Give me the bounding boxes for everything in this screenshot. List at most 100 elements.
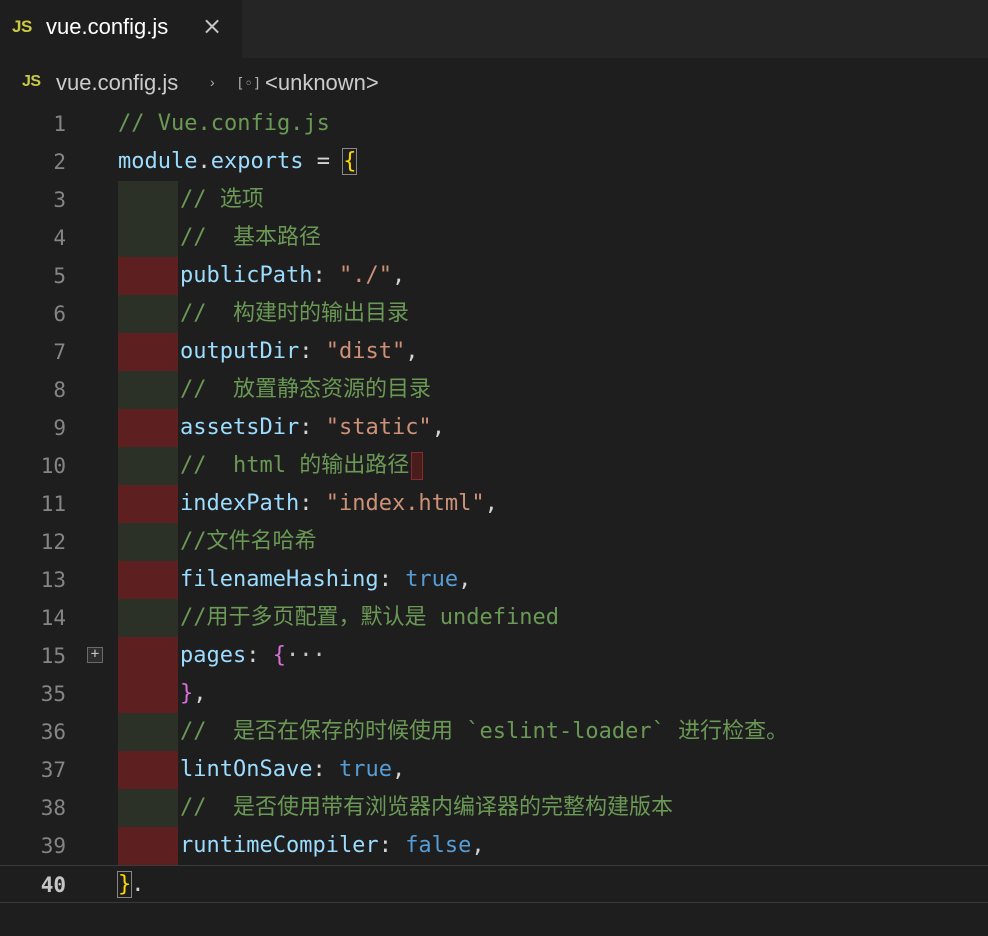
code-token: //文件名哈希 bbox=[180, 529, 317, 554]
line-number: 7 bbox=[53, 340, 66, 364]
breadcrumb-symbol[interactable]: <unknown> bbox=[265, 70, 379, 96]
indent-guide bbox=[118, 333, 178, 371]
code-token: : bbox=[299, 339, 326, 364]
text-cursor bbox=[411, 452, 424, 480]
code-text[interactable]: pages: {··· bbox=[180, 637, 326, 675]
line-number: 4 bbox=[53, 226, 66, 250]
code-token: , bbox=[193, 681, 207, 706]
code-text[interactable]: indexPath: "index.html", bbox=[180, 485, 498, 523]
code-token: //用于多页配置，默认是 undefined bbox=[180, 605, 559, 630]
code-token: "dist" bbox=[325, 339, 406, 364]
line-number: 8 bbox=[53, 378, 66, 402]
code-line[interactable]: 3 // 选项 bbox=[0, 181, 988, 219]
code-token: . bbox=[131, 872, 145, 897]
code-line[interactable]: 13 filenameHashing: true, bbox=[0, 561, 988, 599]
line-number: 39 bbox=[40, 834, 66, 858]
code-token: : bbox=[378, 833, 406, 858]
code-line[interactable]: 35}, bbox=[0, 675, 988, 713]
line-number: 2 bbox=[53, 150, 66, 174]
code-token: "./" bbox=[338, 263, 392, 288]
code-line[interactable]: 11 indexPath: "index.html", bbox=[0, 485, 988, 523]
code-token: . bbox=[197, 149, 211, 174]
code-token: : bbox=[312, 757, 339, 782]
javascript-file-icon: JS bbox=[12, 17, 32, 36]
close-icon[interactable]: × bbox=[202, 12, 222, 40]
code-text[interactable]: lintOnSave: true, bbox=[180, 751, 405, 789]
javascript-file-icon: JS bbox=[22, 73, 41, 90]
code-line[interactable]: 1 // Vue.config.js bbox=[0, 105, 988, 143]
code-token: module bbox=[118, 149, 198, 174]
indent-guide bbox=[118, 523, 178, 561]
code-text[interactable]: //用于多页配置，默认是 undefined bbox=[180, 599, 559, 637]
fold-expand-icon[interactable]: + bbox=[87, 647, 103, 663]
code-line[interactable]: 7 outputDir: "dist", bbox=[0, 333, 988, 371]
code-text[interactable]: outputDir: "dist", bbox=[180, 333, 418, 371]
line-number: 38 bbox=[40, 796, 66, 820]
line-number: 40 bbox=[40, 873, 66, 897]
code-line[interactable]: 40}. bbox=[0, 865, 988, 903]
code-text[interactable]: }. bbox=[116, 866, 145, 904]
code-line[interactable]: 38 // 是否使用带有浏览器内编译器的完整构建版本 bbox=[0, 789, 988, 827]
code-text[interactable]: runtimeCompiler: false, bbox=[180, 827, 485, 865]
indent-guide bbox=[118, 751, 178, 789]
code-line[interactable]: 2 module.exports = { bbox=[0, 143, 988, 181]
code-line[interactable]: 10 // html 的输出路径 bbox=[0, 447, 988, 485]
code-text[interactable]: // html 的输出路径 bbox=[180, 447, 424, 485]
code-text[interactable]: // 选项 bbox=[180, 181, 264, 219]
code-line[interactable]: 12 //文件名哈希 bbox=[0, 523, 988, 561]
code-text[interactable]: assetsDir: "static", bbox=[180, 409, 445, 447]
code-token: , bbox=[471, 833, 485, 858]
code-line[interactable]: 8 // 放置静态资源的目录 bbox=[0, 371, 988, 409]
line-number: 11 bbox=[40, 492, 66, 516]
code-token: pages bbox=[180, 643, 247, 668]
code-line[interactable]: 6 // 构建时的输出目录 bbox=[0, 295, 988, 333]
code-token: = bbox=[303, 149, 344, 174]
code-token: exports bbox=[210, 149, 304, 174]
code-token: // html 的输出路径 bbox=[180, 453, 410, 478]
code-line[interactable]: 36 // 是否在保存的时候使用 `eslint-loader` 进行检查。 bbox=[0, 713, 988, 751]
line-number: 37 bbox=[40, 758, 66, 782]
line-number: 9 bbox=[53, 416, 66, 440]
code-text[interactable]: // 放置静态资源的目录 bbox=[180, 371, 431, 409]
chevron-right-icon: › bbox=[210, 74, 215, 90]
code-line[interactable]: 9 assetsDir: "static", bbox=[0, 409, 988, 447]
tab-title: vue.config.js bbox=[46, 14, 169, 39]
code-line[interactable]: 4 // 基本路径 bbox=[0, 219, 988, 257]
code-token: , bbox=[391, 757, 406, 782]
code-editor[interactable]: 1// Vue.config.js 2 module.exports = {3// … bbox=[0, 105, 988, 936]
code-text[interactable]: // Vue.config.js bbox=[118, 105, 330, 143]
code-token: // 选项 bbox=[180, 187, 264, 212]
breadcrumb: JS vue.config.js › [◦] <unknown> bbox=[0, 62, 988, 106]
code-token: , bbox=[391, 263, 406, 288]
code-text[interactable]: // 是否使用带有浏览器内编译器的完整构建版本 bbox=[180, 789, 673, 827]
code-text[interactable]: filenameHashing: true, bbox=[180, 561, 471, 599]
code-token: publicPath bbox=[180, 263, 313, 288]
code-line[interactable]: 14 //用于多页配置，默认是 undefined bbox=[0, 599, 988, 637]
line-number: 13 bbox=[40, 568, 66, 592]
line-number: 15 bbox=[40, 644, 66, 668]
code-text[interactable]: // 构建时的输出目录 bbox=[180, 295, 409, 333]
indent-guide bbox=[118, 219, 178, 257]
code-line[interactable]: 39 runtimeCompiler: false, bbox=[0, 827, 988, 865]
code-text[interactable]: module.exports = { bbox=[118, 143, 358, 181]
code-text[interactable]: // 是否在保存的时候使用 `eslint-loader` 进行检查。 bbox=[180, 713, 788, 751]
code-token: lintOnSave bbox=[180, 757, 313, 782]
code-text[interactable]: //文件名哈希 bbox=[180, 523, 317, 561]
breadcrumb-file[interactable]: vue.config.js bbox=[56, 70, 178, 96]
code-token: : bbox=[299, 491, 326, 516]
code-line[interactable]: 37 lintOnSave: true, bbox=[0, 751, 988, 789]
code-text[interactable]: publicPath: "./", bbox=[180, 257, 405, 295]
indent-guide bbox=[118, 371, 178, 409]
symbol-variable-icon: [◦] bbox=[236, 76, 262, 92]
code-token: , bbox=[484, 491, 498, 516]
tab-vue-config[interactable]: JS vue.config.js × bbox=[0, 0, 242, 58]
tab-bar: JS vue.config.js × bbox=[0, 0, 988, 58]
code-token: filenameHashing bbox=[180, 567, 379, 592]
code-line[interactable]: 15 + pages: {··· bbox=[0, 637, 988, 675]
code-token: : bbox=[246, 643, 273, 668]
code-line[interactable]: 5 publicPath: "./", bbox=[0, 257, 988, 295]
code-text[interactable]: // 基本路径 bbox=[180, 219, 321, 257]
code-text[interactable]: }, bbox=[180, 675, 207, 713]
indent-guide bbox=[118, 827, 178, 865]
code-token: ··· bbox=[285, 643, 326, 668]
